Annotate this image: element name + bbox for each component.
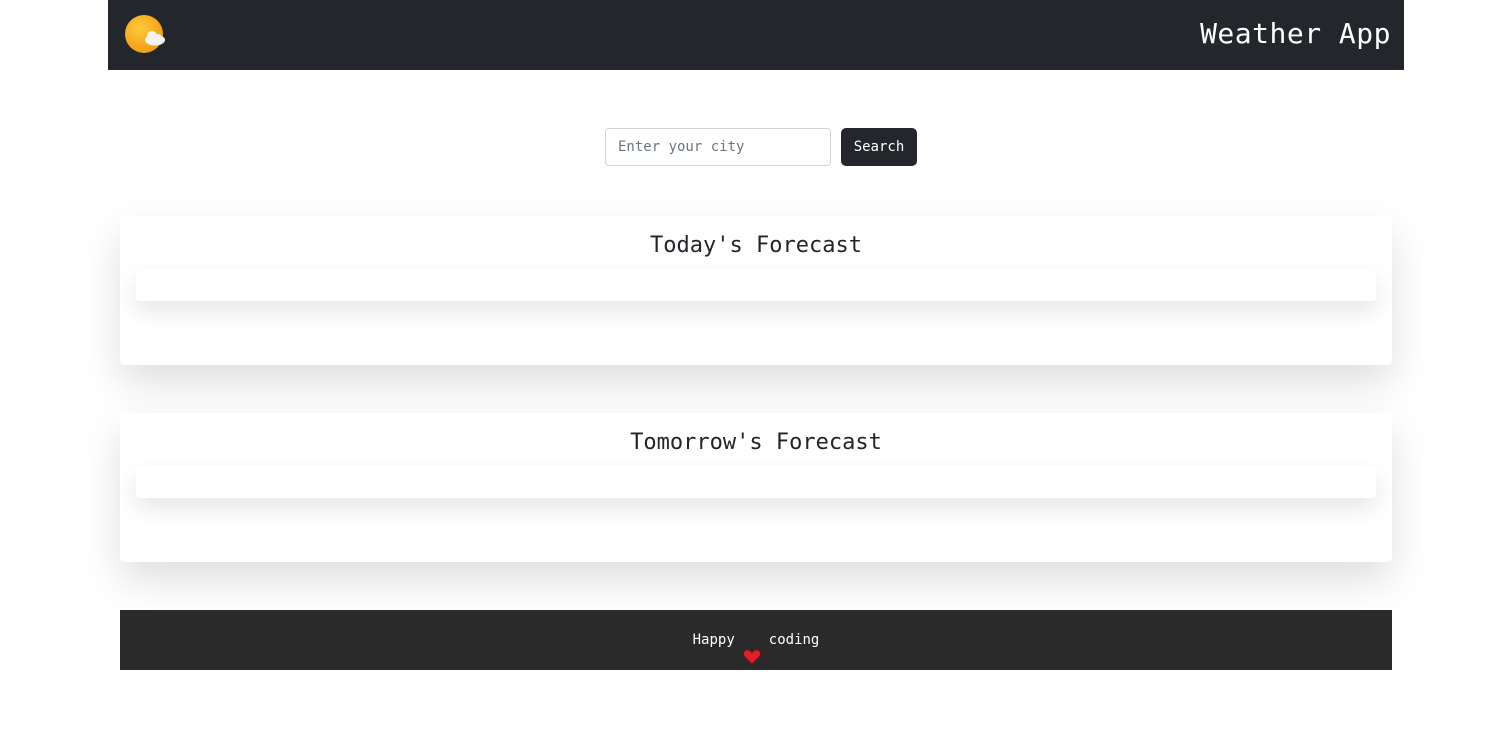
tomorrow-forecast-card: Tomorrow's Forecast — [120, 413, 1392, 562]
footer-text-after: coding — [768, 632, 820, 648]
navbar: Weather App — [108, 0, 1404, 70]
sun-cloud-icon[interactable] — [125, 15, 165, 55]
today-forecast-content — [136, 269, 1376, 301]
app-title[interactable]: Weather App — [1200, 14, 1391, 54]
tomorrow-forecast-content — [136, 466, 1376, 498]
today-forecast-title: Today's Forecast — [650, 233, 862, 258]
search-form: Search — [605, 128, 925, 166]
footer: Happy coding — [120, 610, 1392, 670]
tomorrow-forecast-title: Tomorrow's Forecast — [630, 430, 882, 455]
today-forecast-card: Today's Forecast — [120, 216, 1392, 365]
footer-text-before: Happy — [692, 632, 735, 648]
city-search-input[interactable] — [605, 128, 831, 166]
heart-icon — [742, 631, 761, 665]
search-button[interactable]: Search — [841, 128, 917, 166]
